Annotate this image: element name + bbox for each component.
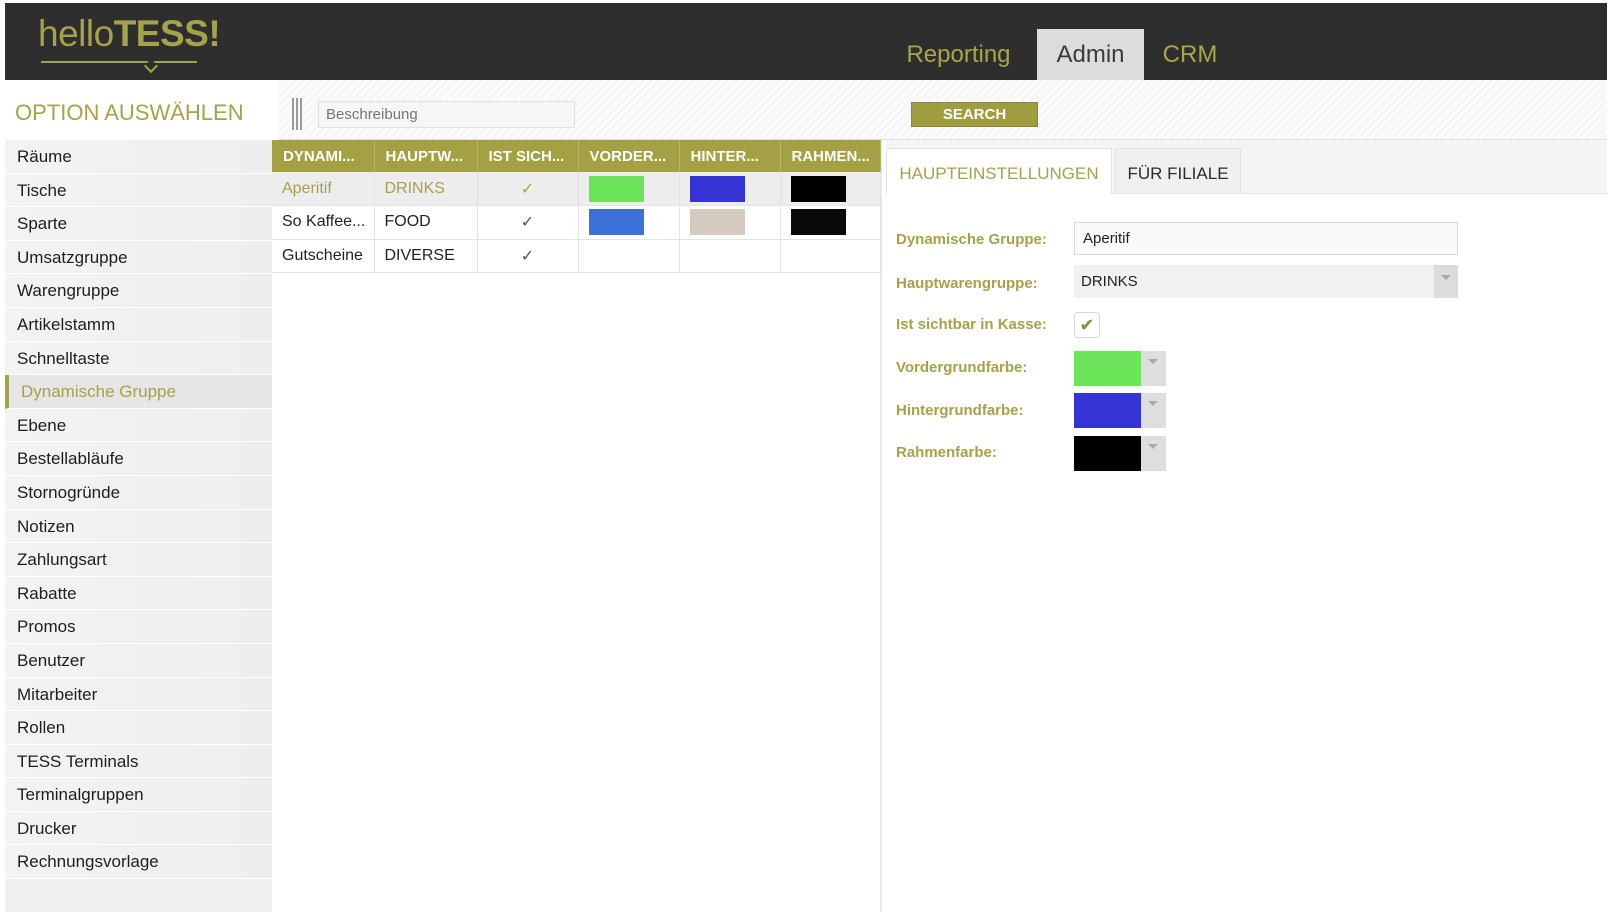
chevron-down-icon[interactable] (1141, 393, 1166, 428)
nav-tab-reporting[interactable]: Reporting (895, 29, 1022, 80)
sidebar-item-bestellablaeufe[interactable]: Bestellabläufe (5, 442, 276, 476)
search-button[interactable]: SEARCH (911, 102, 1038, 127)
sidebar-item-drucker[interactable]: Drucker (5, 811, 276, 846)
color-swatch (689, 175, 745, 202)
color-swatch (689, 209, 745, 236)
cell-hauptwarengruppe: DRINKS (374, 172, 478, 206)
cell-hauptwarengruppe: FOOD (374, 205, 478, 240)
sidebar-item-tische[interactable]: Tische (5, 173, 276, 208)
logo-underline (41, 61, 197, 63)
table-row[interactable]: Aperitif DRINKS ✓ (272, 172, 881, 206)
column-header-rahmenfarbe[interactable]: RAHMEN... (780, 140, 881, 172)
rahmenfarbe-picker[interactable] (1074, 436, 1166, 471)
cell-bg-color (679, 239, 781, 273)
hellotess-logo[interactable]: helloTESS! (38, 13, 221, 74)
top-header: helloTESS! Reporting Admin CRM (5, 3, 1607, 80)
column-header-dynamische-gruppe[interactable]: DYNAMI... (272, 140, 375, 172)
rahmenfarbe-label: Rahmenfarbe: (896, 444, 997, 461)
vordergrundfarbe-swatch[interactable] (1074, 351, 1141, 386)
color-swatch (790, 209, 846, 236)
vordergrundfarbe-picker[interactable] (1074, 351, 1166, 386)
color-swatch (588, 209, 644, 236)
cell-ist-sichtbar: ✓ (477, 205, 579, 240)
cell-fg-color (578, 239, 680, 273)
sidebar-item-notizen[interactable]: Notizen (5, 509, 276, 544)
column-header-vordergrundfarbe[interactable]: VORDER... (578, 140, 680, 172)
sidebar-item-rabatte[interactable]: Rabatte (5, 576, 276, 611)
cell-bg-color (679, 205, 781, 240)
logo-text-bold: TESS! (113, 13, 221, 54)
column-header-ist-sichtbar[interactable]: IST SICH... (477, 140, 579, 172)
sidebar: Räume Tische Sparte Umsatzgruppe Warengr… (5, 140, 276, 912)
dynamische-gruppe-label: Dynamische Gruppe: (896, 231, 1047, 248)
sidebar-item-artikelstamm[interactable]: Artikelstamm (5, 307, 276, 342)
tab-fuer-filiale[interactable]: FÜR FILIALE (1115, 148, 1241, 194)
color-swatch (790, 175, 846, 202)
sidebar-item-zahlungsart[interactable]: Zahlungsart (5, 543, 276, 577)
hintergrundfarbe-picker[interactable] (1074, 393, 1166, 428)
chevron-down-icon[interactable] (1141, 436, 1166, 471)
logo-text-light: hello (38, 13, 114, 54)
sidebar-item-warengruppe[interactable]: Warengruppe (5, 274, 276, 308)
sidebar-item-schnelltaste[interactable]: Schnelltaste (5, 341, 276, 376)
tab-haupteinstellungen[interactable]: HAUPTEINSTELLUNGEN (886, 148, 1112, 194)
rahmenfarbe-swatch[interactable] (1074, 436, 1141, 471)
sidebar-item-ebene[interactable]: Ebene (5, 408, 276, 443)
hintergrundfarbe-label: Hintergrundfarbe: (896, 402, 1024, 419)
cell-border-color (780, 239, 881, 273)
cell-fg-color (578, 205, 680, 240)
sidebar-item-promos[interactable]: Promos (5, 610, 276, 644)
sidebar-item-umsatzgruppe[interactable]: Umsatzgruppe (5, 240, 276, 275)
sidebar-item-rechnungsvorlage[interactable]: Rechnungsvorlage (5, 845, 276, 880)
panel-resize-grip-icon[interactable] (292, 98, 304, 130)
cell-dynamische-gruppe: Aperitif (272, 172, 375, 206)
column-header-hauptwarengruppe[interactable]: HAUPTW... (374, 140, 478, 172)
option-title: OPTION AUSWÄHLEN (5, 80, 278, 140)
sidebar-item-sparte[interactable]: Sparte (5, 207, 276, 241)
cell-border-color (780, 172, 881, 206)
color-swatch (588, 175, 644, 202)
sidebar-item-stornogruende[interactable]: Stornogründe (5, 475, 276, 510)
cell-ist-sichtbar: ✓ (477, 172, 579, 206)
sidebar-item-mitarbeiter[interactable]: Mitarbeiter (5, 677, 276, 712)
cell-fg-color (578, 172, 680, 206)
search-input[interactable] (318, 101, 575, 128)
data-grid: DYNAMI... HAUPTW... IST SICH... VORDER..… (272, 140, 882, 912)
sidebar-item-benutzer[interactable]: Benutzer (5, 643, 276, 678)
hauptwarengruppe-select[interactable]: DRINKS (1074, 265, 1458, 298)
dynamische-gruppe-field[interactable]: Aperitif (1074, 222, 1458, 255)
nav-tab-admin[interactable]: Admin (1037, 29, 1144, 80)
hauptwarengruppe-value: DRINKS (1081, 273, 1138, 290)
cell-border-color (780, 205, 881, 240)
dynamic-group-table: DYNAMI... HAUPTW... IST SICH... VORDER..… (272, 140, 881, 273)
sidebar-item-dynamische-gruppe[interactable]: Dynamische Gruppe (5, 375, 276, 409)
cell-dynamische-gruppe: Gutscheine (272, 239, 375, 273)
column-header-hintergrundfarbe[interactable]: HINTER... (679, 140, 781, 172)
sidebar-item-tess-terminals[interactable]: TESS Terminals (5, 744, 276, 779)
cell-ist-sichtbar: ✓ (477, 239, 579, 273)
table-header-row: DYNAMI... HAUPTW... IST SICH... VORDER..… (272, 140, 881, 172)
table-row[interactable]: So Kaffee... FOOD ✓ (272, 205, 881, 240)
chevron-down-icon[interactable] (1141, 351, 1166, 386)
sidebar-item-raeume[interactable]: Räume (5, 140, 276, 174)
sidebar-item-rollen[interactable]: Rollen (5, 711, 276, 745)
nav-tab-crm[interactable]: CRM (1150, 29, 1230, 80)
cell-hauptwarengruppe: DIVERSE (374, 239, 478, 273)
detail-panel: HAUPTEINSTELLUNGEN FÜR FILIALE Dynamisch… (886, 140, 1607, 912)
ist-sichtbar-label: Ist sichtbar in Kasse: (896, 316, 1047, 333)
hintergrundfarbe-swatch[interactable] (1074, 393, 1141, 428)
vordergrundfarbe-label: Vordergrundfarbe: (896, 359, 1028, 376)
detail-tabs-bar: HAUPTEINSTELLUNGEN FÜR FILIALE (886, 140, 1607, 194)
toolbar: OPTION AUSWÄHLEN SEARCH (5, 80, 1607, 140)
cell-dynamische-gruppe: So Kaffee... (272, 205, 375, 240)
hauptwarengruppe-label: Hauptwarengruppe: (896, 275, 1038, 292)
ist-sichtbar-checkbox[interactable]: ✔ (1074, 312, 1100, 338)
sidebar-item-terminalgruppen[interactable]: Terminalgruppen (5, 778, 276, 812)
table-row[interactable]: Gutscheine DIVERSE ✓ (272, 239, 881, 273)
chevron-down-icon[interactable] (1434, 265, 1458, 298)
cell-bg-color (679, 172, 781, 206)
